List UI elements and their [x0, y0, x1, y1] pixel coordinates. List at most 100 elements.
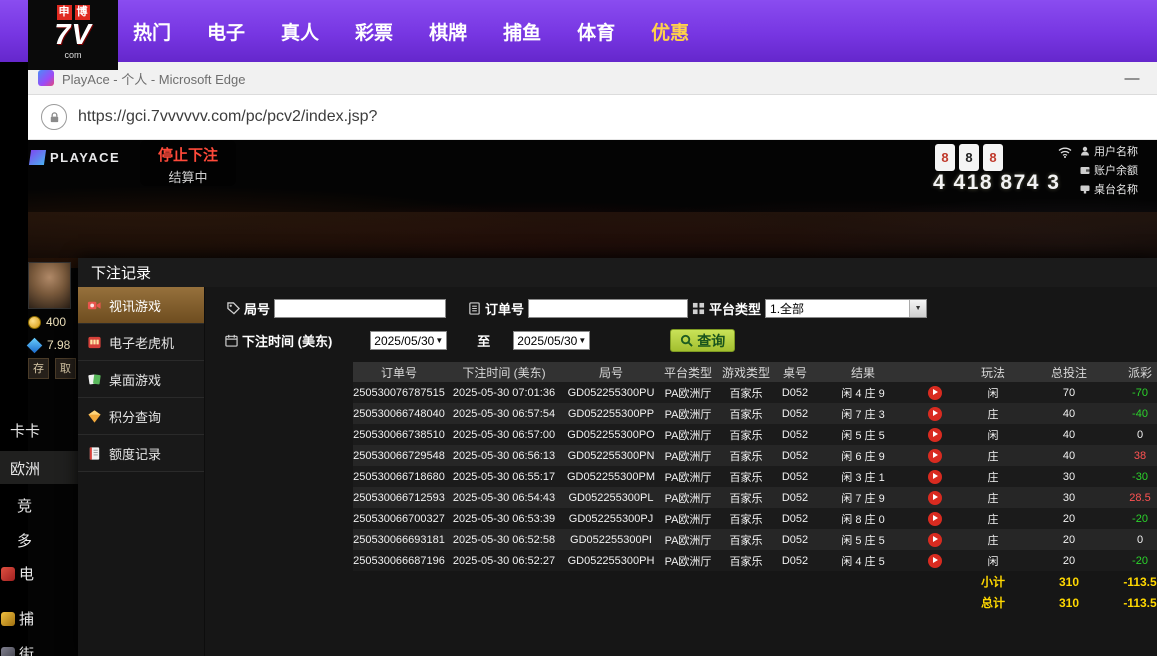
game-banner: [28, 212, 1157, 258]
date-to-value: 2025/05/30: [517, 334, 577, 348]
user-avatar[interactable]: [28, 262, 71, 309]
sidebar-item[interactable]: 额度记录: [78, 435, 204, 472]
menu-item-fishing[interactable]: 捕: [1, 608, 34, 629]
column-header: 局号: [563, 362, 659, 382]
camera-icon: [87, 298, 102, 313]
order-input[interactable]: [528, 299, 688, 318]
playing-card: 8: [959, 144, 979, 171]
playace-logo-text: PLAYACE: [50, 150, 120, 165]
deposit-button[interactable]: 存: [28, 358, 49, 379]
playing-card: 8: [935, 144, 955, 171]
search-icon: [680, 334, 693, 347]
order-doc-icon: [468, 302, 481, 315]
replay-button[interactable]: [928, 470, 942, 484]
nav-item[interactable]: 优惠: [651, 18, 689, 45]
column-header: 结果: [815, 362, 911, 382]
slot-icon: [87, 335, 102, 350]
account-balance-label: 账户余额: [1094, 162, 1138, 178]
sidebar-item[interactable]: 积分查询: [78, 398, 204, 435]
coin-balance: 400: [46, 315, 66, 329]
replay-button[interactable]: [928, 386, 942, 400]
url-text[interactable]: https://gci.7vvvvvv.com/pc/pcv2/index.js…: [78, 108, 377, 126]
table-row: 2505300667003272025-05-30 06:53:39GD0522…: [353, 508, 1157, 529]
round-input[interactable]: [274, 299, 446, 318]
notebook-icon: [87, 446, 102, 461]
status-settling: 结算中: [140, 167, 236, 186]
table-row: 2505300666871962025-05-30 06:52:27GD0522…: [353, 550, 1157, 571]
hall-item-europe[interactable]: 欧洲: [0, 451, 78, 484]
gem-icon: [27, 337, 43, 353]
platform-label: 平台类型: [709, 299, 761, 318]
calendar-icon: [225, 334, 238, 347]
to-label: 至: [477, 331, 490, 350]
nav-item[interactable]: 电子: [207, 18, 245, 45]
column-header: 平台类型: [659, 362, 717, 382]
records-sidebar: 视讯游戏电子老虎机桌面游戏积分查询额度记录: [78, 287, 205, 656]
sidebar-item[interactable]: 视讯游戏: [78, 287, 204, 324]
sidebar-item[interactable]: 电子老虎机: [78, 324, 204, 361]
cards-icon: [87, 372, 102, 387]
nav-item[interactable]: 热门: [133, 18, 171, 45]
table-row: 2505300767875152025-05-30 07:01:36GD0522…: [353, 382, 1157, 403]
column-header: 派彩: [1111, 362, 1157, 382]
records-main: 局号 订单号 平台类型 1.全部 ▼ 下注时间 (美东): [205, 287, 1157, 656]
replay-button[interactable]: [928, 491, 942, 505]
sidebar-item[interactable]: 桌面游戏: [78, 361, 204, 398]
menu-item-arcade[interactable]: 街: [1, 643, 34, 656]
column-header: 总投注: [1027, 362, 1111, 382]
address-bar[interactable]: https://gci.7vvvvvv.com/pc/pcv2/index.js…: [28, 95, 1157, 140]
search-button[interactable]: 查询: [670, 329, 735, 352]
date-from-value: 2025/05/30: [374, 334, 434, 348]
playace-logo-icon: [29, 150, 46, 165]
betting-records-modal: 下注记录 视讯游戏电子老虎机桌面游戏积分查询额度记录 局号 订单号 平台类型 1…: [78, 258, 1157, 656]
replay-button[interactable]: [928, 449, 942, 463]
search-button-label: 查询: [697, 331, 725, 351]
replay-button[interactable]: [928, 554, 942, 568]
platform-selected-value: 1.全部: [766, 300, 909, 317]
table-row: 2505300666931812025-05-30 06:52:58GD0522…: [353, 529, 1157, 550]
dropdown-arrow-icon: ▼: [909, 300, 926, 317]
table-icon: [1080, 184, 1090, 194]
wallet-icon: [1080, 165, 1090, 175]
left-widgets: 400 7.98 存 取 卡卡 欧洲 竞 多 电 捕 街: [0, 255, 78, 656]
date-to-select[interactable]: 2025/05/30 ▼: [513, 331, 590, 350]
round-label: 局号: [244, 299, 270, 318]
nav-item[interactable]: 捕鱼: [503, 18, 541, 45]
playing-card: 8: [983, 144, 1003, 171]
hall-item-kaka[interactable]: 卡卡: [10, 420, 40, 441]
replay-button[interactable]: [928, 428, 942, 442]
platform-select[interactable]: 1.全部 ▼: [765, 299, 927, 318]
replay-button[interactable]: [928, 407, 942, 421]
diamond-icon: [87, 409, 102, 424]
logo-badge-left: 申: [57, 5, 72, 20]
nav-item[interactable]: 棋牌: [429, 18, 467, 45]
sidebar-item-label: 积分查询: [109, 407, 161, 426]
date-to-arrow-icon: ▼: [578, 336, 586, 345]
nav-item[interactable]: 彩票: [355, 18, 393, 45]
nav-item[interactable]: 体育: [577, 18, 615, 45]
logo-subtext: com: [64, 51, 81, 60]
records-table: 订单号下注时间 (美东)局号平台类型游戏类型桌号结果玩法总投注派彩有效投注额状态…: [353, 362, 1157, 613]
column-header: 桌号: [775, 362, 815, 382]
withdraw-button[interactable]: 取: [55, 358, 76, 379]
hall-item-jing[interactable]: 竞: [17, 495, 32, 516]
tag-icon: [227, 302, 240, 315]
date-from-select[interactable]: 2025/05/30 ▼: [370, 331, 447, 350]
site-top-nav: 热门 电子 真人 彩票 棋牌 捕鱼 体育 优惠: [0, 0, 1157, 62]
sidebar-item-label: 桌面游戏: [109, 370, 161, 389]
minimize-button[interactable]: —: [1115, 70, 1149, 87]
user-name-label: 用户名称: [1094, 143, 1138, 159]
fishing-mini-icon: [1, 612, 15, 626]
menu-item-slots[interactable]: 电: [1, 563, 34, 584]
nav-item[interactable]: 真人: [281, 18, 319, 45]
site-logo: 申 博 7V com: [28, 0, 118, 70]
site-info-icon[interactable]: [41, 104, 67, 130]
order-label: 订单号: [485, 299, 524, 318]
replay-button[interactable]: [928, 533, 942, 547]
wifi-icon: [1058, 145, 1072, 163]
arcade-mini-icon: [1, 647, 15, 656]
hall-item-duo[interactable]: 多: [17, 530, 32, 551]
replay-button[interactable]: [928, 512, 942, 526]
window-titlebar: PlayAce - 个人 - Microsoft Edge —: [28, 62, 1157, 95]
logo-badge-right: 博: [75, 5, 90, 20]
